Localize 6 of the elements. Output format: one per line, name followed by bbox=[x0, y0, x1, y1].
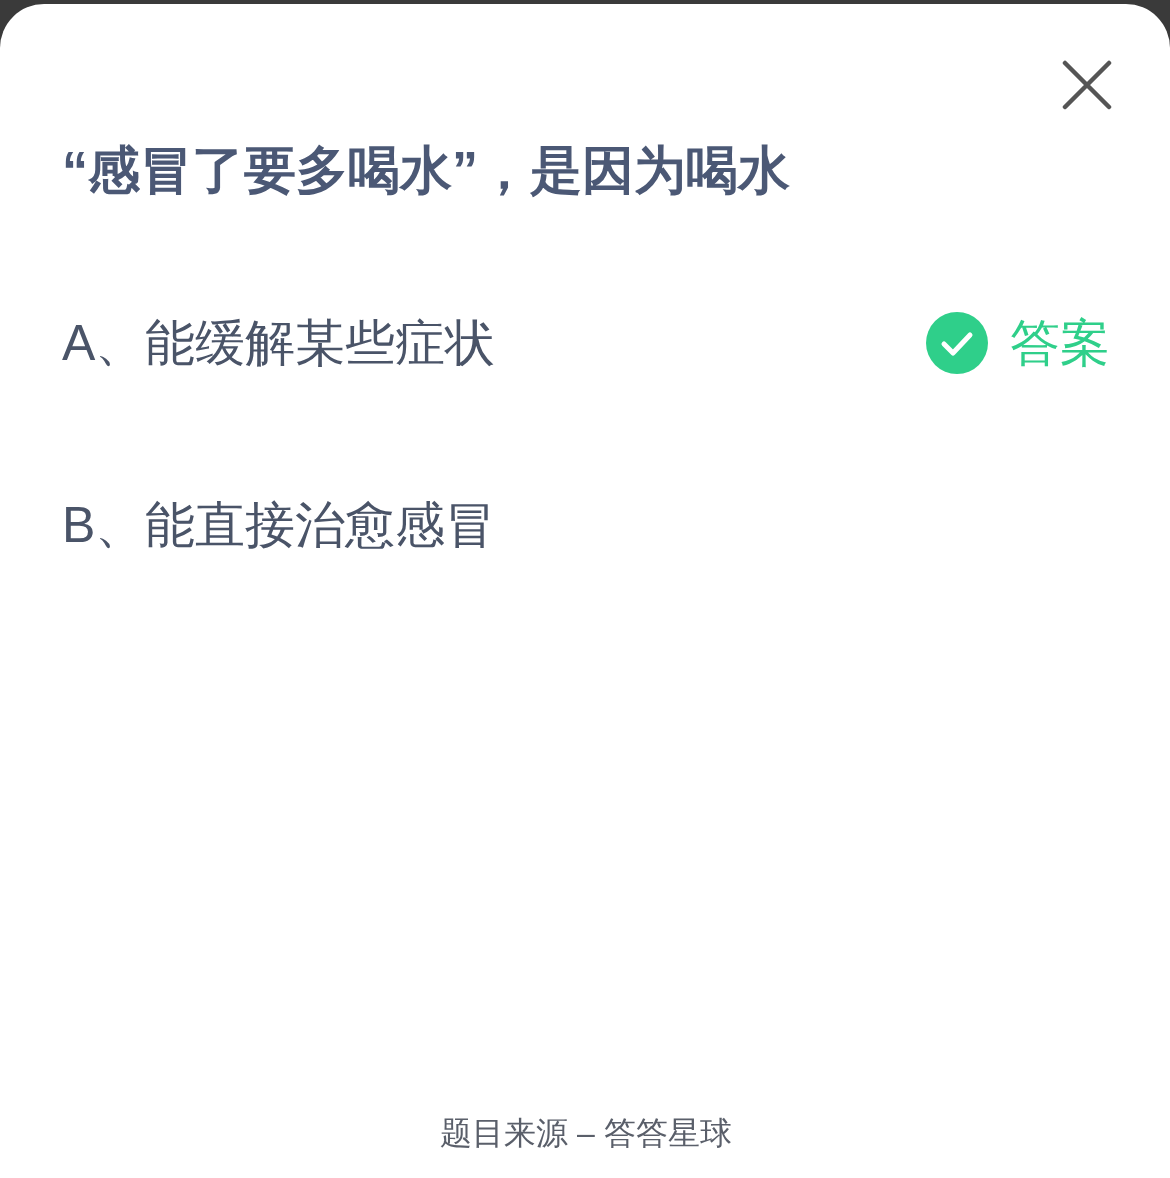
close-button[interactable] bbox=[1062, 60, 1112, 110]
answer-option[interactable]: A、能缓解某些症状 bbox=[62, 309, 496, 377]
answer-label: 答案 bbox=[1010, 313, 1110, 373]
answer-option[interactable]: B、能直接治愈感冒 bbox=[62, 491, 496, 559]
question-title: “感冒了要多喝水”，是因为喝水 bbox=[62, 140, 791, 200]
source-text: 题目来源 – 答答星球 bbox=[440, 1114, 732, 1153]
